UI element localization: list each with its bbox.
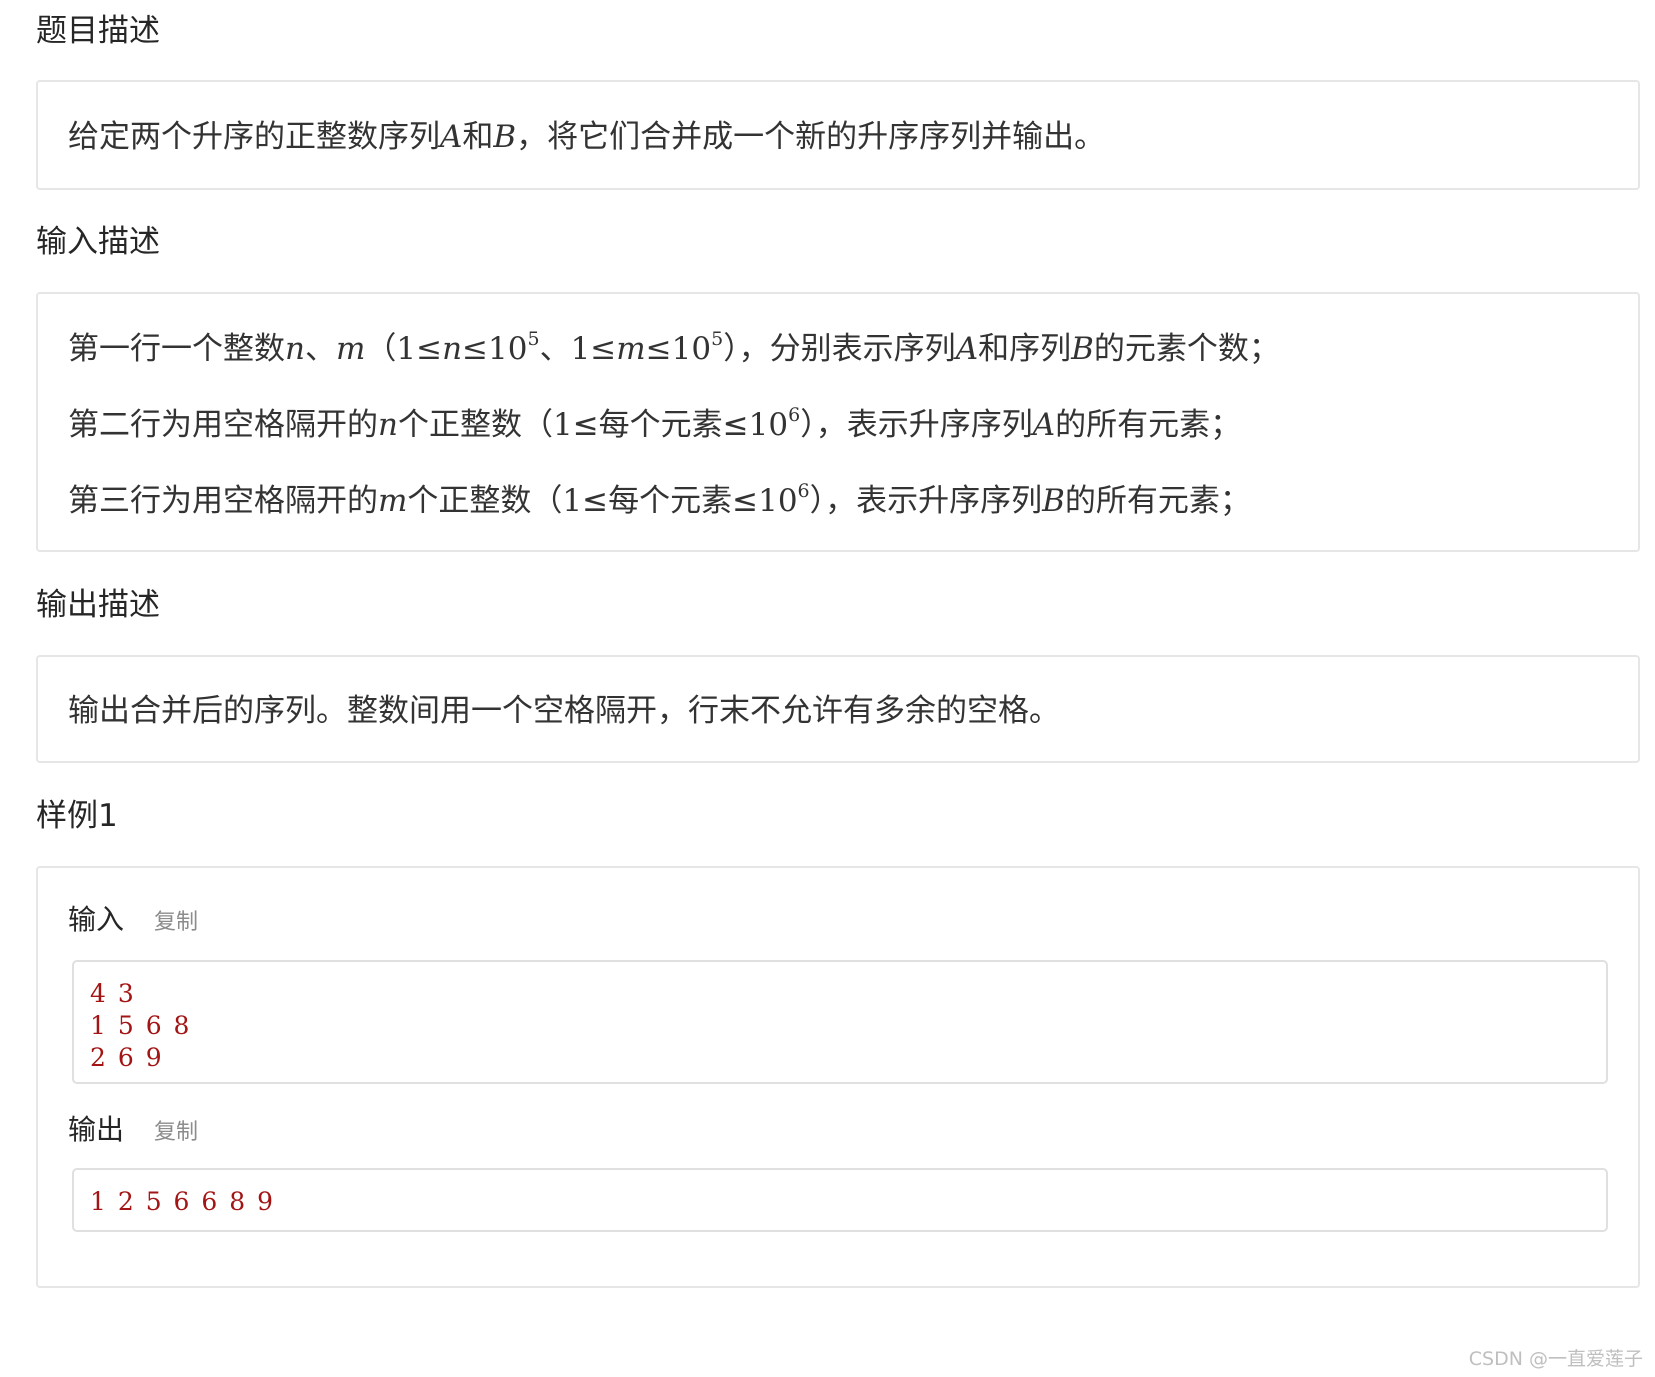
sample-title: 样例1 — [36, 798, 118, 834]
sample-box: 输入 复制 4 3 1 5 6 8 2 6 9 输出 复制 1 2 5 6 6 … — [36, 866, 1640, 1288]
output-description-text: 输出合并后的序列。整数间用一个空格隔开，行末不允许有多余的空格。 — [68, 693, 1060, 729]
code-line: 1 5 6 8 — [90, 1011, 192, 1040]
sample-input-code[interactable]: 4 3 1 5 6 8 2 6 9 — [72, 960, 1608, 1084]
sample-input-header: 输入 复制 — [68, 904, 198, 936]
input-line-2: 第二行为用空格隔开的n个正整数（1≤每个元素≤106），表示升序序列A的所有元素… — [68, 404, 1242, 443]
output-description-box: 输出合并后的序列。整数间用一个空格隔开，行末不允许有多余的空格。 — [36, 655, 1640, 763]
sample-input-label: 输入 — [68, 903, 125, 936]
sample-output-label: 输出 — [68, 1113, 125, 1146]
watermark: CSDN @一直爱莲子 — [1468, 1348, 1643, 1370]
sample-output-header: 输出 复制 — [68, 1114, 198, 1146]
input-description-title: 输入描述 — [36, 224, 160, 260]
code-line: 1 2 5 6 6 8 9 — [90, 1187, 276, 1216]
sample-output-code[interactable]: 1 2 5 6 6 8 9 — [72, 1168, 1608, 1232]
output-description-title: 输出描述 — [36, 587, 160, 623]
input-line-1: 第一行一个整数n、m（1≤n≤105、1≤m≤105），分别表示序列A和序列B的… — [68, 328, 1280, 367]
input-line-3: 第三行为用空格隔开的m个正整数（1≤每个元素≤106），表示升序序列B的所有元素… — [68, 480, 1251, 519]
code-line: 4 3 — [90, 979, 136, 1008]
input-description-box: 第一行一个整数n、m（1≤n≤105、1≤m≤105），分别表示序列A和序列B的… — [36, 292, 1640, 552]
copy-input-button[interactable]: 复制 — [154, 904, 198, 936]
problem-description-box: 给定两个升序的正整数序列A和B，将它们合并成一个新的升序序列并输出。 — [36, 80, 1640, 190]
problem-description-text: 给定两个升序的正整数序列A和B，将它们合并成一个新的升序序列并输出。 — [68, 119, 1106, 155]
copy-output-button[interactable]: 复制 — [154, 1114, 198, 1146]
code-line: 2 6 9 — [90, 1043, 164, 1072]
problem-description-title: 题目描述 — [36, 13, 160, 49]
